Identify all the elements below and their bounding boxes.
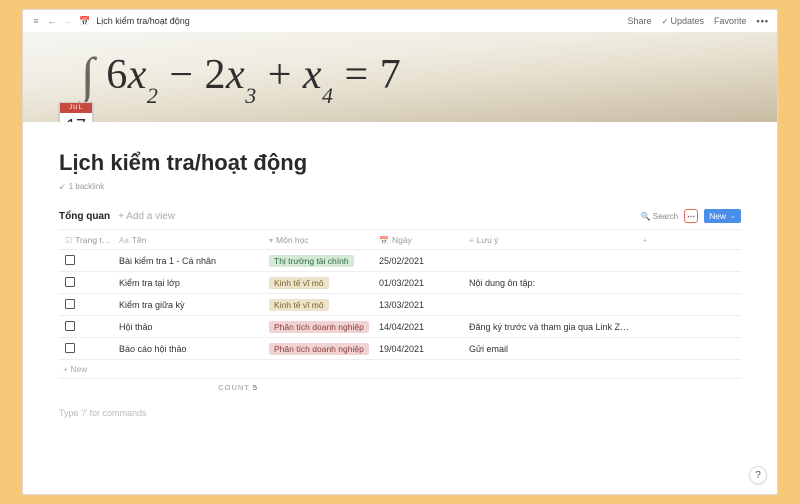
cell-name[interactable]: Hội thảo [115,322,265,332]
calendar-month: JUL [60,103,92,113]
views-row: Tổng quan + Add a view 🔍 Search ⋯ New ⌄ [59,209,741,223]
cell-note[interactable]: Nội dung ôn tập: [465,278,635,288]
slash-placeholder[interactable]: Type '/' for commands [59,408,741,418]
favorite-button[interactable]: Favorite [714,16,747,26]
add-view-button[interactable]: + Add a view [118,211,175,222]
cell-name[interactable]: Kiểm tra tại lớp [115,278,265,288]
cell-subject[interactable]: Phân tích doanh nghiệp [265,321,375,333]
backlink-icon: ↙ [59,182,66,191]
table-row[interactable]: Bài kiểm tra 1 - Cá nhânThị trường tài c… [59,250,741,272]
cell-subject[interactable]: Kinh tế vĩ mô [265,299,375,311]
breadcrumb-icon: 📅 [79,16,90,27]
new-row-button[interactable]: + New [59,360,741,379]
col-name[interactable]: AaTên [115,235,265,245]
new-button[interactable]: New ⌄ [704,209,741,223]
col-date[interactable]: 📅Ngày [375,235,465,245]
forward-icon[interactable]: → [63,16,73,26]
table-header: ☑Trạng thái AaTên ▾Môn học 📅Ngày ≡Lưu ý … [59,230,741,250]
col-subject[interactable]: ▾Môn học [265,235,375,245]
search-icon: 🔍 [641,212,651,221]
share-button[interactable]: Share [628,16,652,26]
cell-subject[interactable]: Phân tích doanh nghiệp [265,343,375,355]
equation-text: ∫ 6x2 − 2x3 + x4 = 7 [81,42,401,103]
cell-date[interactable]: 13/03/2021 [375,300,465,310]
topbar: ≡ ← → 📅 Lịch kiểm tra/hoạt động Share ✓ … [23,10,777,32]
notion-window: ≡ ← → 📅 Lịch kiểm tra/hoạt động Share ✓ … [22,9,778,495]
search-button[interactable]: 🔍 Search [641,212,678,221]
status-checkbox[interactable] [65,299,75,309]
page-title[interactable]: Lịch kiểm tra/hoạt động [59,150,741,176]
more-icon[interactable]: ••• [757,16,769,26]
count-row: COUNT 5 [59,379,741,392]
cell-note[interactable]: Đăng ký trước và tham gia qua Link Zoom [465,322,635,332]
cell-name[interactable]: Bài kiểm tra 1 - Cá nhân [115,256,265,266]
table-row[interactable]: Kiểm tra giữa kỳKinh tế vĩ mô13/03/2021 [59,294,741,316]
table-row[interactable]: Báo cáo hội thảoPhân tích doanh nghiệp19… [59,338,741,360]
table-row[interactable]: Hội thảoPhân tích doanh nghiệp14/04/2021… [59,316,741,338]
cell-date[interactable]: 14/04/2021 [375,322,465,332]
page-icon-calendar[interactable]: JUL 17 [59,102,93,122]
table-row[interactable]: Kiểm tra tại lớpKinh tế vĩ mô01/03/2021N… [59,272,741,294]
cell-name[interactable]: Kiểm tra giữa kỳ [115,300,265,310]
help-button[interactable]: ? [749,466,767,484]
database-table: ☑Trạng thái AaTên ▾Môn học 📅Ngày ≡Lưu ý … [59,229,741,392]
status-checkbox[interactable] [65,255,75,265]
status-checkbox[interactable] [65,277,75,287]
backlinks[interactable]: ↙ 1 backlink [59,182,741,191]
cell-note[interactable]: Gửi email [465,344,635,354]
add-column-button[interactable]: + [635,235,655,245]
calendar-day: 17 [60,113,92,122]
cell-date[interactable]: 19/04/2021 [375,344,465,354]
chevron-down-icon: ⌄ [730,212,736,220]
view-tab[interactable]: Tổng quan [59,211,110,222]
status-checkbox[interactable] [65,343,75,353]
col-status[interactable]: ☑Trạng thái [61,235,115,245]
cell-name[interactable]: Báo cáo hội thảo [115,344,265,354]
cover-image: ∫ 6x2 − 2x3 + x4 = 7 JUL 17 [23,32,777,122]
cell-subject[interactable]: Kinh tế vĩ mô [265,277,375,289]
status-checkbox[interactable] [65,321,75,331]
cell-date[interactable]: 01/03/2021 [375,278,465,288]
page-content: Lịch kiểm tra/hoạt động ↙ 1 backlink Tổn… [23,122,777,428]
col-note[interactable]: ≡Lưu ý [465,235,635,245]
cell-date[interactable]: 25/02/2021 [375,256,465,266]
menu-icon[interactable]: ≡ [31,16,41,26]
cell-subject[interactable]: Thị trường tài chính [265,255,375,267]
breadcrumb[interactable]: Lịch kiểm tra/hoạt động [96,16,190,26]
view-more-button[interactable]: ⋯ [684,209,698,223]
updates-button[interactable]: ✓ Updates [662,16,704,26]
back-icon[interactable]: ← [47,16,57,26]
